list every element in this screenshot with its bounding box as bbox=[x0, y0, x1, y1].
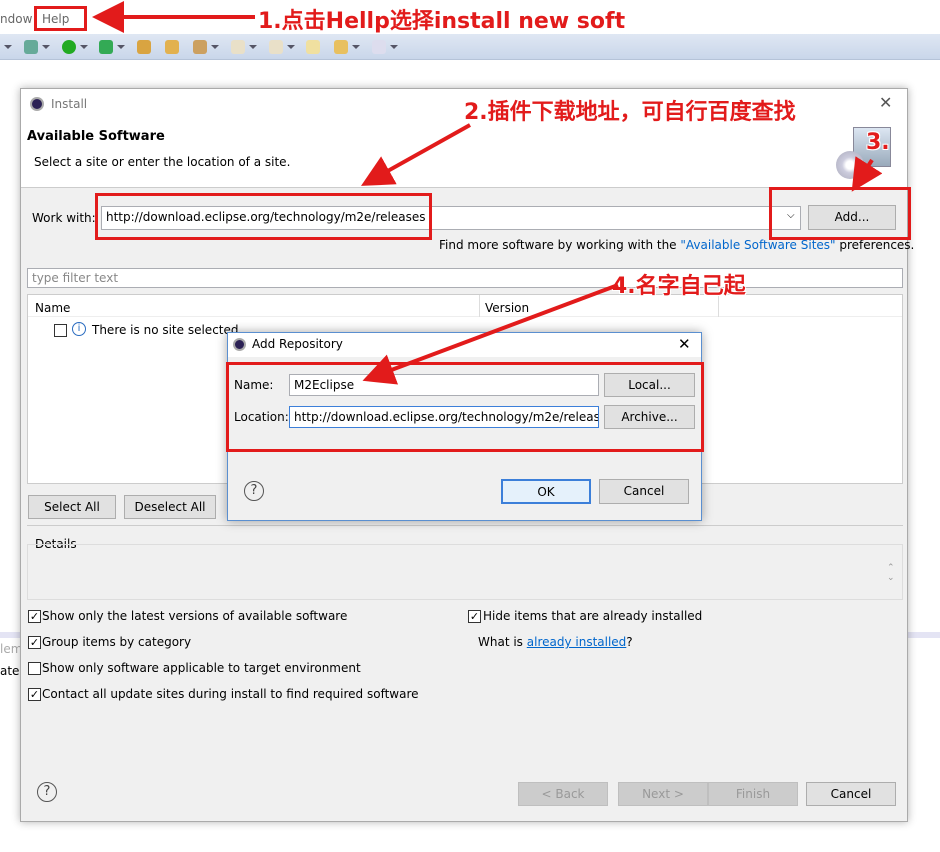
arrow-4 bbox=[362, 283, 619, 385]
arrow-3 bbox=[851, 156, 883, 192]
annotation-arrows bbox=[92, 1, 883, 385]
arrow-2 bbox=[361, 123, 471, 186]
